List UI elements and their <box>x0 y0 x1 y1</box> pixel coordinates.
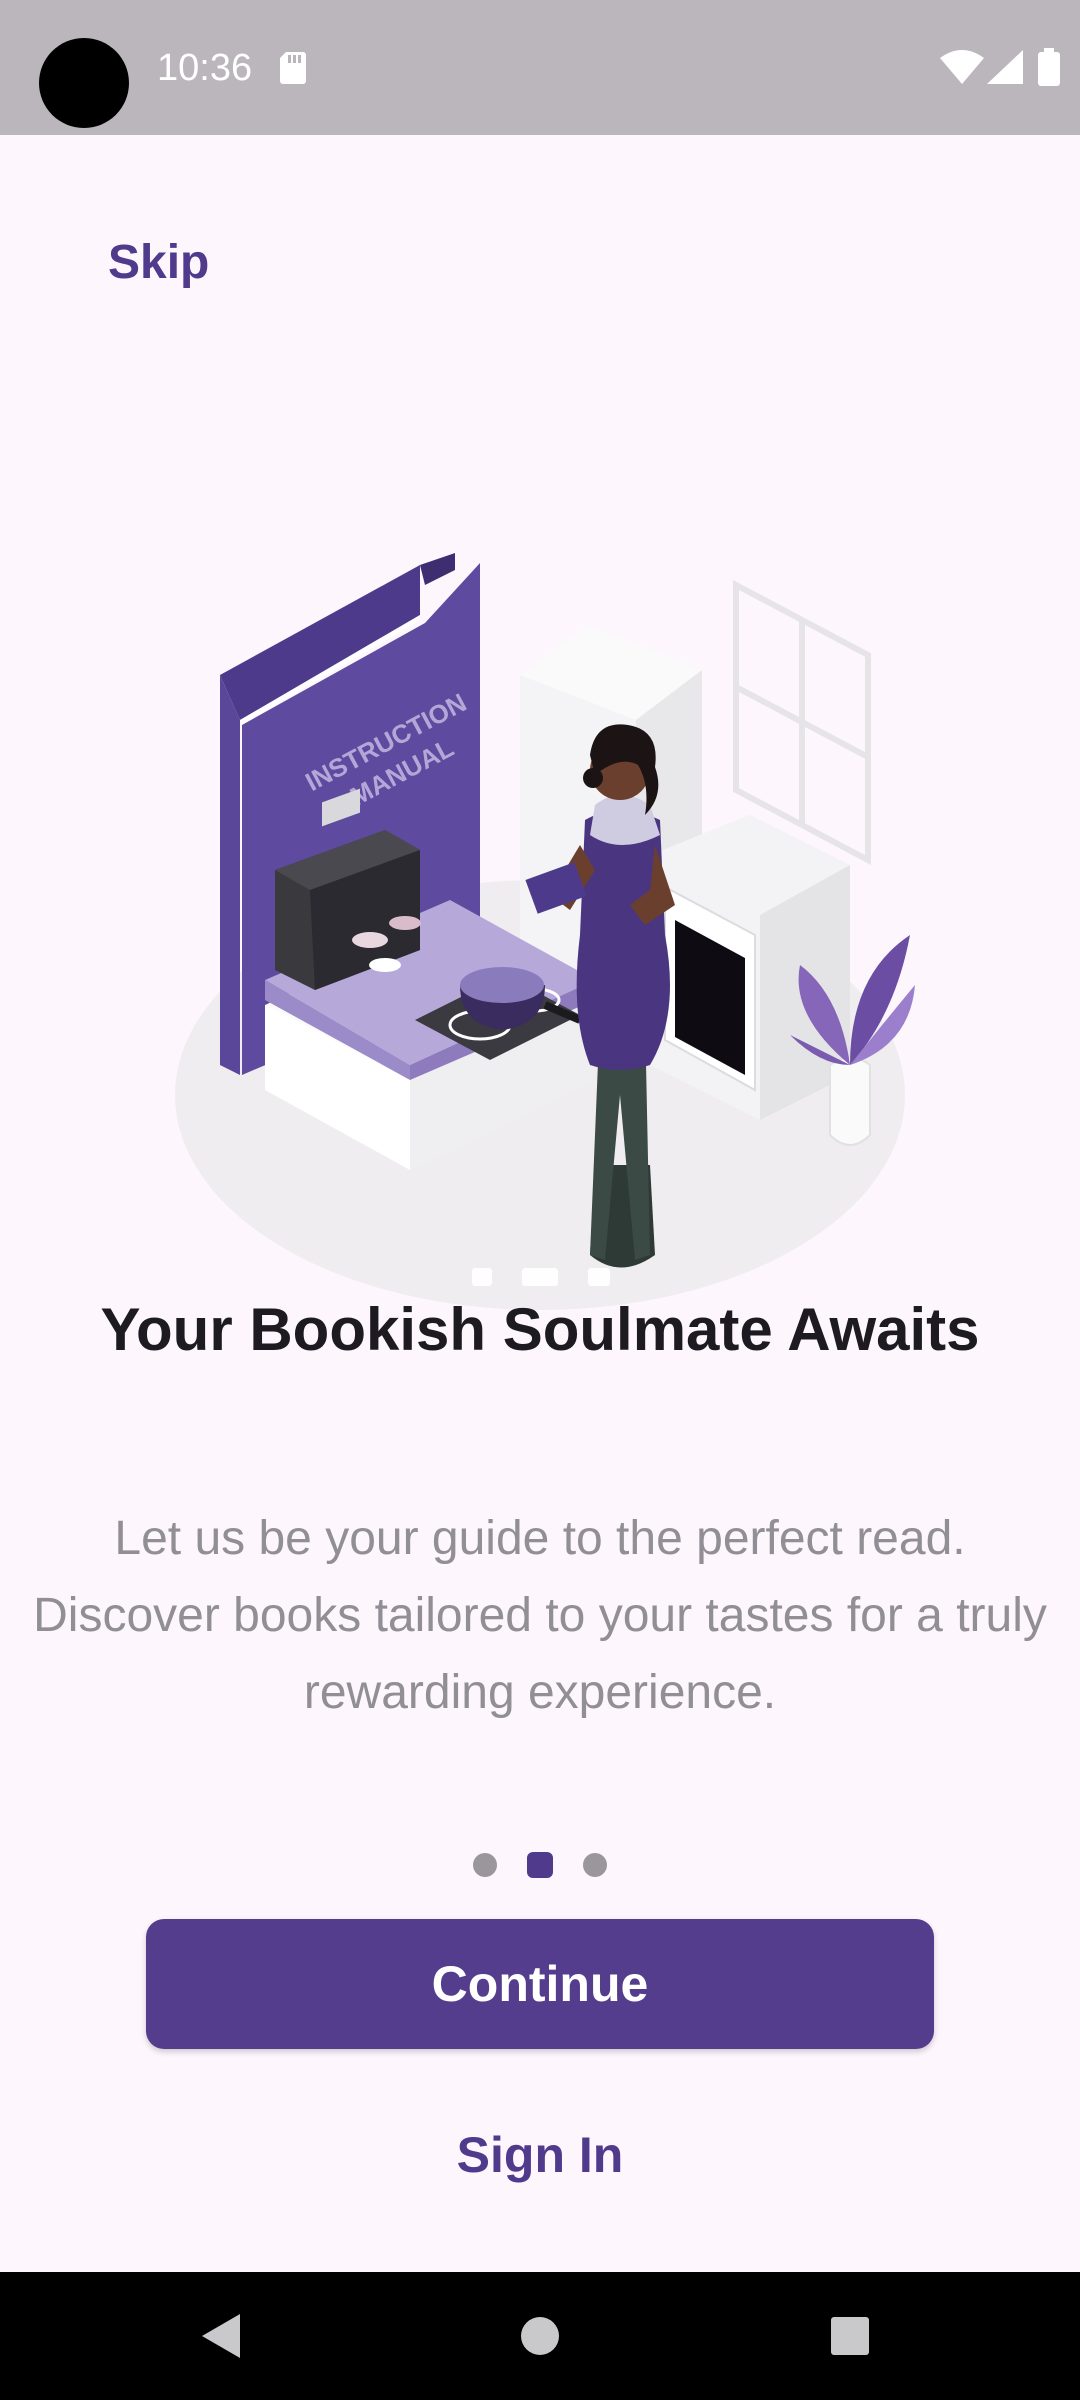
wifi-icon <box>940 50 984 84</box>
page-dot-1[interactable] <box>473 1853 497 1877</box>
skip-button[interactable]: Skip <box>94 225 223 300</box>
signal-icon <box>987 50 1023 84</box>
page-title: Your Bookish Soulmate Awaits <box>100 1296 980 1363</box>
page-subtitle: Let us be your guide to the perfect read… <box>33 1512 1047 1719</box>
onboarding-screen: Skip INSTRUCTION MANUAL Your Bookish Sou… <box>0 135 1080 2272</box>
camera-cutout <box>39 38 129 128</box>
battery-icon <box>1038 48 1060 86</box>
continue-button[interactable]: Continue <box>146 1919 934 2049</box>
recents-icon[interactable] <box>830 2316 870 2356</box>
sd-card-icon <box>280 52 306 84</box>
page-indicator <box>0 1845 1080 1885</box>
page-dot-2-active[interactable] <box>527 1852 553 1878</box>
kitchen-illustration: INSTRUCTION MANUAL <box>175 553 915 1310</box>
sign-in-button[interactable]: Sign In <box>390 2115 690 2195</box>
back-icon[interactable] <box>200 2312 244 2360</box>
navigation-bar <box>0 2272 1080 2400</box>
status-time: 10:36 <box>157 47 253 89</box>
page-dot-3[interactable] <box>583 1853 607 1877</box>
status-bar: 10:36 <box>0 0 1080 135</box>
home-icon[interactable] <box>520 2316 560 2356</box>
